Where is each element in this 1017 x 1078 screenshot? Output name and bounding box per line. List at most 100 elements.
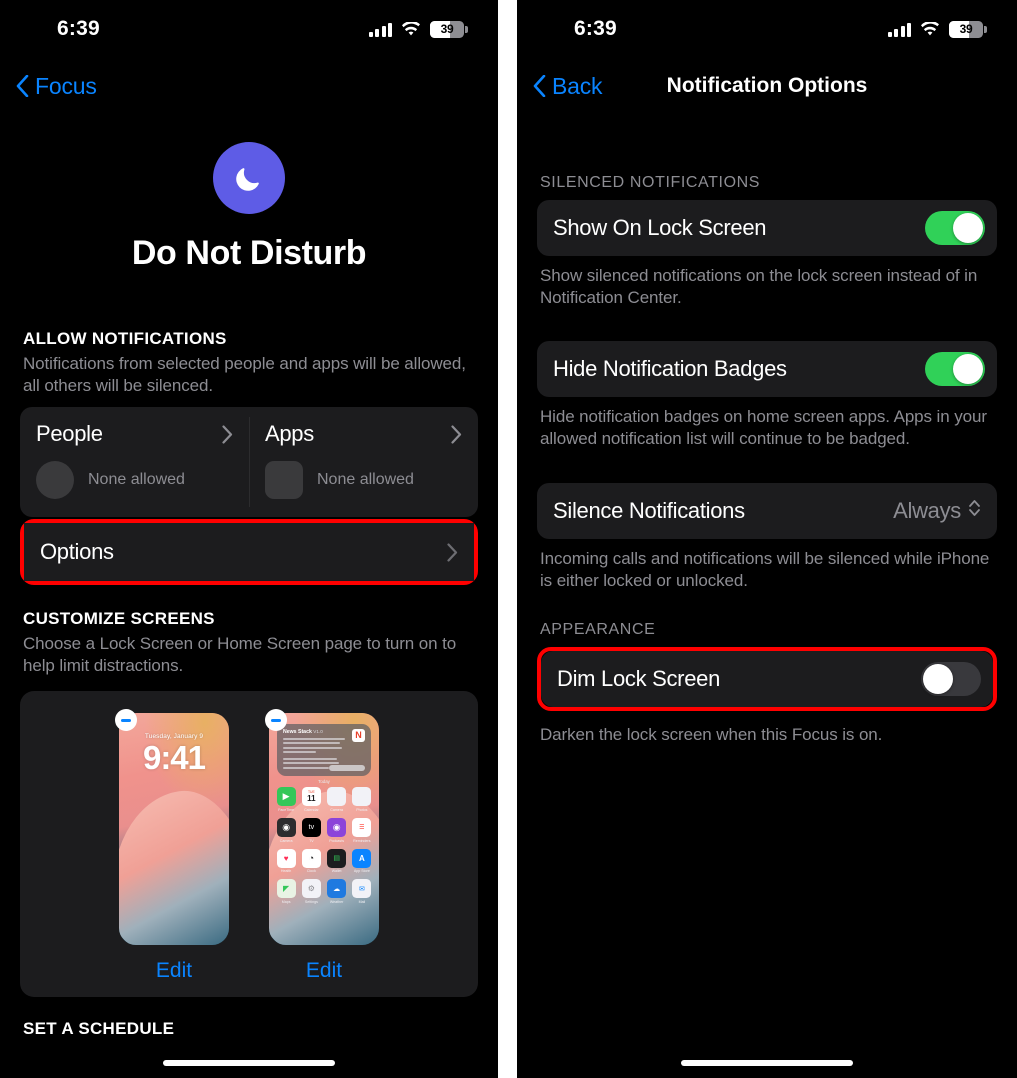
show-on-lock-screen-row[interactable]: Show On Lock Screen [537, 200, 997, 256]
allow-notifications-section: ALLOW NOTIFICATIONS Notifications from s… [0, 329, 498, 586]
appearance-section: APPEARANCE Dim Lock Screen Darken the lo… [517, 621, 1017, 746]
left-phone-screen: 6:39 39 Focus Do Not Disturb ALLOW NOTIF… [0, 0, 498, 1078]
chevron-right-icon [451, 425, 462, 444]
chevron-left-icon [16, 74, 29, 98]
dim-lock-screen-description: Darken the lock screen when this Focus i… [540, 724, 883, 744]
lock-screen-thumbnail[interactable]: Tuesday, January 9 9:41 [119, 713, 229, 946]
app-icon-tile[interactable]: ◉ Podcasts [327, 817, 347, 843]
widget-button[interactable] [329, 765, 365, 772]
app-icon-tile[interactable]: A App Store [352, 848, 372, 873]
home-screen-app-grid: ▶ FaceTime TUE 11 Calendar Camera Photos ◉ C… [276, 787, 372, 904]
app-icon-tile[interactable]: ✉ Mail [352, 879, 372, 904]
wifi-icon [920, 21, 940, 37]
status-indicators: 39 [368, 20, 468, 38]
news-icon: N [352, 729, 365, 743]
app-icon-tile[interactable]: ◤ Maps [276, 879, 296, 904]
app-icon-tile[interactable]: ◉ Camera [276, 817, 296, 843]
show-on-lock-screen-description: Show silenced notifications on the lock … [540, 266, 978, 308]
show-on-lock-screen-label: Show On Lock Screen [553, 215, 767, 240]
dim-lock-screen-toggle[interactable] [921, 661, 981, 696]
show-on-lock-screen-toggle[interactable] [925, 211, 985, 245]
app-icon-tile[interactable]: ▤ Wallet [327, 848, 347, 873]
silence-notifications-row[interactable]: Silence Notifications Always [537, 482, 997, 539]
battery-percent: 39 [440, 22, 454, 36]
back-label: Focus [35, 72, 97, 99]
silence-notifications-label: Silence Notifications [553, 497, 745, 523]
widget-version: V1.0 [313, 729, 323, 735]
cellular-signal-icon [368, 22, 392, 37]
app-icon-tile[interactable]: Camera [327, 787, 347, 812]
edit-home-screen-link[interactable]: Edit [269, 959, 379, 983]
people-placeholder-avatar [36, 461, 74, 500]
chevron-right-icon [447, 543, 458, 562]
silence-notifications-value: Always [893, 497, 961, 523]
home-indicator-left[interactable] [0, 1060, 498, 1066]
apps-title: Apps [265, 421, 314, 447]
silenced-notifications-section: SILENCED NOTIFICATIONS Show On Lock Scre… [517, 174, 1017, 593]
widget-caption: Today [318, 779, 330, 785]
panel-divider [498, 0, 517, 1078]
options-highlight-annotation: Options [20, 519, 478, 586]
people-title: People [36, 421, 103, 447]
people-cell[interactable]: People None allowed [20, 407, 249, 517]
options-label: Options [40, 539, 114, 565]
customize-screens-description: Choose a Lock Screen or Home Screen page… [23, 634, 457, 676]
customize-screens-section: CUSTOMIZE SCREENS Choose a Lock Screen o… [0, 609, 498, 998]
edit-lock-screen-link[interactable]: Edit [119, 959, 229, 983]
apps-cell[interactable]: Apps None allowed [249, 407, 478, 517]
set-a-schedule-header: SET A SCHEDULE [23, 1019, 175, 1039]
hide-notification-badges-label: Hide Notification Badges [553, 355, 787, 381]
app-icon-tile[interactable]: ▶ FaceTime [276, 787, 296, 812]
app-icon-tile[interactable]: ⚙ Settings [301, 879, 321, 904]
page-title: Do Not Disturb [131, 234, 367, 272]
back-button[interactable]: Back [533, 72, 603, 100]
news-stack-widget: News Stack V1.0 N [277, 724, 371, 777]
allow-notifications-header: ALLOW NOTIFICATIONS [23, 329, 227, 348]
app-icon-tile[interactable]: ☰ Reminders [352, 817, 372, 843]
cellular-signal-icon [887, 22, 911, 37]
chevron-left-icon [533, 74, 546, 98]
status-bar-right: 6:39 39 [517, 0, 1017, 58]
hide-notification-badges-description: Hide notification badges on home screen … [540, 406, 987, 449]
silence-notifications-description: Incoming calls and notifications will be… [540, 548, 990, 591]
people-value: None allowed [88, 471, 185, 489]
apps-placeholder-icon [265, 461, 303, 500]
battery-percent: 39 [959, 22, 973, 36]
battery-icon: 39 [430, 20, 468, 38]
lock-screen-time: 9:41 [142, 739, 206, 777]
nav-bar-left: Focus [0, 58, 498, 114]
back-label: Back [552, 72, 603, 99]
app-icon-tile[interactable]: ◔ Clock [301, 848, 321, 873]
dim-lock-screen-highlight-annotation: Dim Lock Screen [537, 646, 997, 711]
widget-title: News Stack [283, 729, 312, 736]
right-phone-screen: 6:39 39 Back Notification Options SILENC… [517, 0, 1017, 1078]
appearance-header: APPEARANCE [540, 620, 656, 638]
options-row[interactable]: Options [24, 523, 474, 582]
wifi-icon [401, 21, 421, 37]
dim-lock-screen-row[interactable]: Dim Lock Screen [541, 650, 993, 707]
home-screen-thumbnail[interactable]: News Stack V1.0 N Today ▶ FaceTime TUE 1… [269, 713, 379, 946]
app-icon-tile[interactable]: tv TV [301, 817, 321, 843]
lock-screen-preview[interactable]: Tuesday, January 9 9:41 Edit [115, 709, 229, 983]
people-apps-row: People None allowed Apps None allowed [20, 407, 478, 517]
allow-notifications-card: People None allowed Apps None allowed [20, 407, 478, 518]
home-indicator-right[interactable] [517, 1060, 1017, 1066]
status-time: 6:39 [574, 17, 617, 40]
status-indicators: 39 [887, 20, 987, 38]
customize-screens-header: CUSTOMIZE SCREENS [23, 609, 215, 629]
back-button-focus[interactable]: Focus [16, 73, 97, 100]
chevron-right-icon [222, 425, 233, 444]
app-icon-tile[interactable]: TUE 11 Calendar [301, 787, 321, 812]
home-screen-preview[interactable]: News Stack V1.0 N Today ▶ FaceTime TUE 1… [265, 709, 379, 983]
hide-notification-badges-toggle[interactable] [925, 351, 985, 386]
app-icon-tile[interactable]: Photos [352, 787, 372, 812]
app-icon-tile[interactable]: ♥ Health [276, 848, 296, 873]
screen-previews-card: Tuesday, January 9 9:41 Edit News Stack … [20, 691, 478, 998]
status-bar-left: 6:39 39 [0, 0, 498, 58]
app-icon-tile[interactable]: ☁ Weather [327, 879, 347, 904]
crescent-moon-icon [213, 142, 285, 214]
hide-notification-badges-row[interactable]: Hide Notification Badges [537, 340, 997, 397]
nav-bar-right: Back Notification Options [517, 58, 1017, 114]
silenced-notifications-header: SILENCED NOTIFICATIONS [540, 174, 761, 191]
chevron-up-down-icon [968, 498, 981, 523]
